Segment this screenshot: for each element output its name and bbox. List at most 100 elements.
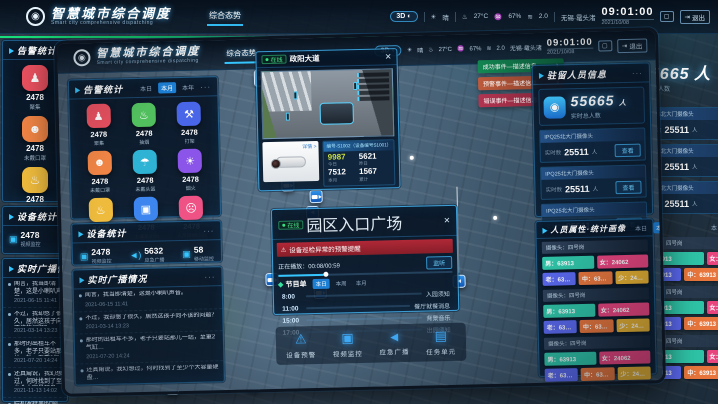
- alarm-label: 聚集: [29, 103, 40, 111]
- clock: 09:01:00 2021/10/08: [602, 7, 654, 27]
- pill-middle: 中：63913: [581, 367, 615, 381]
- action-icon: ⚠: [295, 331, 307, 347]
- nav-tab-overview[interactable]: 综合态势: [224, 44, 258, 64]
- outer-statusbar: 3D◐ ☀晴 ♨27°C ♒67% ≋2.0 无锡·鼋头渚 09:01:00 2…: [390, 7, 710, 27]
- panel-menu-icon[interactable]: ···: [200, 84, 211, 90]
- action-item[interactable]: ◄ 应急广播: [379, 329, 410, 358]
- device-value: 2478: [91, 248, 111, 257]
- alarm-value: 2478: [90, 130, 107, 139]
- portrait-group: 摄像头：四号岗 男：63913 女：24062 老：63913 中：63913 …: [544, 335, 651, 381]
- broadcast-panel: 实时广播情况 ··· 闻言，我当即清楚，这是小喇叭声音。 2021-06-15 …: [72, 266, 225, 385]
- app-title: 智慧城市综合调度: [51, 7, 171, 20]
- alarm-value: 2478: [26, 93, 44, 102]
- stat-label: 累计: [359, 176, 390, 183]
- total-people-unit: 人: [619, 100, 627, 107]
- fullscreen-button[interactable]: ▢: [660, 11, 674, 22]
- detected-car-box: [320, 102, 354, 125]
- action-item[interactable]: ▤ 任务单元: [426, 328, 457, 357]
- pill-middle: 中：63913: [684, 317, 718, 330]
- action-item[interactable]: ▣ 视频监控: [332, 330, 363, 359]
- broadcast-item[interactable]: 还真甭说，我幻想过，何时找到了至少个大容量硬盘… 2021-11-13 14:0…: [75, 361, 224, 385]
- tab-month[interactable]: 本月: [353, 278, 370, 288]
- alarm-value: 2478: [181, 128, 198, 137]
- date: 2021/10/08: [602, 19, 654, 27]
- alarm-type-icon: ♟: [86, 104, 111, 129]
- close-icon[interactable]: ✕: [385, 53, 392, 61]
- view-button[interactable]: 查看: [615, 181, 641, 195]
- panel-menu-icon[interactable]: ···: [204, 274, 215, 280]
- pill-elder: 老：63913: [542, 272, 576, 286]
- video-feed[interactable]: [261, 68, 395, 139]
- broadcast-item: 还真甭说，我幻想过，何时找到了至少个大容量硬盘… 2021-11-13 14:0…: [3, 368, 67, 398]
- alarm-label: 未戴头盔: [135, 186, 155, 193]
- broadcast-item[interactable]: 那时的出租车不多，老子只要站那儿一站，至重2气缸… 2021-07-20 14:…: [75, 331, 224, 364]
- exit-button[interactable]: ⇥退出: [680, 10, 710, 24]
- humidity-icon: ♒: [457, 46, 465, 53]
- panel-menu-icon[interactable]: ···: [203, 228, 214, 234]
- alarm-tile[interactable]: ♨ 2478 抽烟: [121, 102, 167, 146]
- device-icon: ▣: [182, 249, 191, 260]
- device-stat: ◄) 5632 应急广播: [129, 246, 164, 263]
- weather-label: 晴: [442, 12, 449, 22]
- listen-button[interactable]: 监听: [426, 256, 452, 270]
- alarm-value: 2478: [137, 176, 154, 185]
- tab-day[interactable]: 本日: [137, 83, 155, 94]
- view-button[interactable]: 查看: [615, 144, 641, 158]
- portrait-group: 摄像头：四号岗 男：63913 女：24062 老：63913 中：63913 …: [542, 239, 649, 285]
- program-track: [306, 305, 410, 310]
- tab-day[interactable]: 本日: [632, 222, 650, 233]
- camera-marker-icon[interactable]: [309, 190, 322, 203]
- action-item[interactable]: ⚠ 设备预警: [286, 331, 317, 360]
- fullscreen-button[interactable]: ▢: [598, 40, 612, 51]
- broadcast-item[interactable]: 不过，我却憋了很久，居然这孩子向不该的问题？ 2021-03-14 13:23: [74, 309, 222, 335]
- pill-young: 少：24062: [616, 318, 650, 332]
- tab-week[interactable]: 本周: [333, 278, 350, 288]
- alarm-tile[interactable]: ☀ 2478 烟火: [167, 148, 213, 192]
- total-people-label: 实时总人数: [571, 110, 628, 120]
- pill-female: 女：24062: [599, 350, 651, 364]
- alarm-tile[interactable]: ♟ 2478 聚集: [75, 103, 121, 147]
- alarm-type-icon: ☻: [87, 151, 112, 176]
- dispatch-window: ◉ 智慧城市综合调度 Smart city comprehensive disp…: [54, 27, 666, 397]
- pill-young: 少：24062: [615, 270, 649, 284]
- broadcast-item[interactable]: 闻言，我当即清楚，这是小喇叭声音。 2021-06-15 11:41: [74, 286, 222, 312]
- alarm-tile[interactable]: ☂ 2478 未戴头盔: [122, 149, 168, 193]
- tab-day[interactable]: 本日: [313, 279, 330, 289]
- close-icon[interactable]: ✕: [443, 217, 450, 225]
- exit-icon: ⇥: [622, 41, 628, 49]
- device-value: 5632: [144, 246, 164, 255]
- wind-icon: ≋: [527, 13, 532, 21]
- alarm-tile[interactable]: ⚒ 2478 打架: [166, 101, 212, 145]
- weather-icon: ☀: [407, 47, 413, 54]
- panel-menu-icon[interactable]: ···: [632, 70, 643, 76]
- tab-year[interactable]: 本年: [179, 82, 197, 93]
- dialog-title: 园区入口广场: [306, 210, 403, 236]
- people-row: IPQ25北大门摄像头 实时数 25511 人 查看: [539, 128, 646, 163]
- device-value: 58: [194, 245, 214, 254]
- alarm-value: 2478: [136, 129, 153, 138]
- device-label: 视频监控: [91, 257, 111, 264]
- mode-3d-toggle[interactable]: 3D◐: [390, 11, 417, 22]
- alarm-tile[interactable]: ☻ 2478 未戴口罩: [77, 150, 123, 194]
- location-label: 无锡·鼋头渚: [510, 43, 542, 53]
- no-mask-icon: ☻: [22, 116, 48, 142]
- panel-title: 设备统计: [86, 226, 126, 240]
- date: 2021/10/08: [547, 48, 593, 57]
- fire-icon: ♨: [22, 167, 48, 193]
- gather-icon: ♟: [22, 65, 48, 91]
- temperature: 27°C: [474, 13, 489, 20]
- warning-icon: ⚠: [281, 246, 287, 253]
- camera-detail-link[interactable]: 详情 >: [302, 143, 316, 150]
- tab-month[interactable]: 本月: [158, 82, 176, 93]
- alarm-value: 2478: [26, 144, 44, 153]
- temperature: 27°C: [439, 46, 453, 52]
- temperature-icon: ♨: [462, 13, 468, 21]
- alarm-stats-panel: 告警统计 本日 本月 本年 ··· ♟ 2478 聚集 ♨ 2478 抽烟: [68, 76, 221, 219]
- exit-button[interactable]: ⇥退出: [617, 38, 648, 53]
- map-node-dot: [410, 156, 414, 160]
- stat-label: 本月: [328, 177, 359, 184]
- nav-tab-overview[interactable]: 综合态势: [207, 7, 243, 26]
- online-status-badge: 在线: [261, 55, 286, 65]
- broadcast-list: 闻言，我当即清楚，这是小喇叭声音。 2021-06-15 11:41 不过，我却…: [3, 278, 67, 404]
- device-icon: ◄): [129, 250, 141, 260]
